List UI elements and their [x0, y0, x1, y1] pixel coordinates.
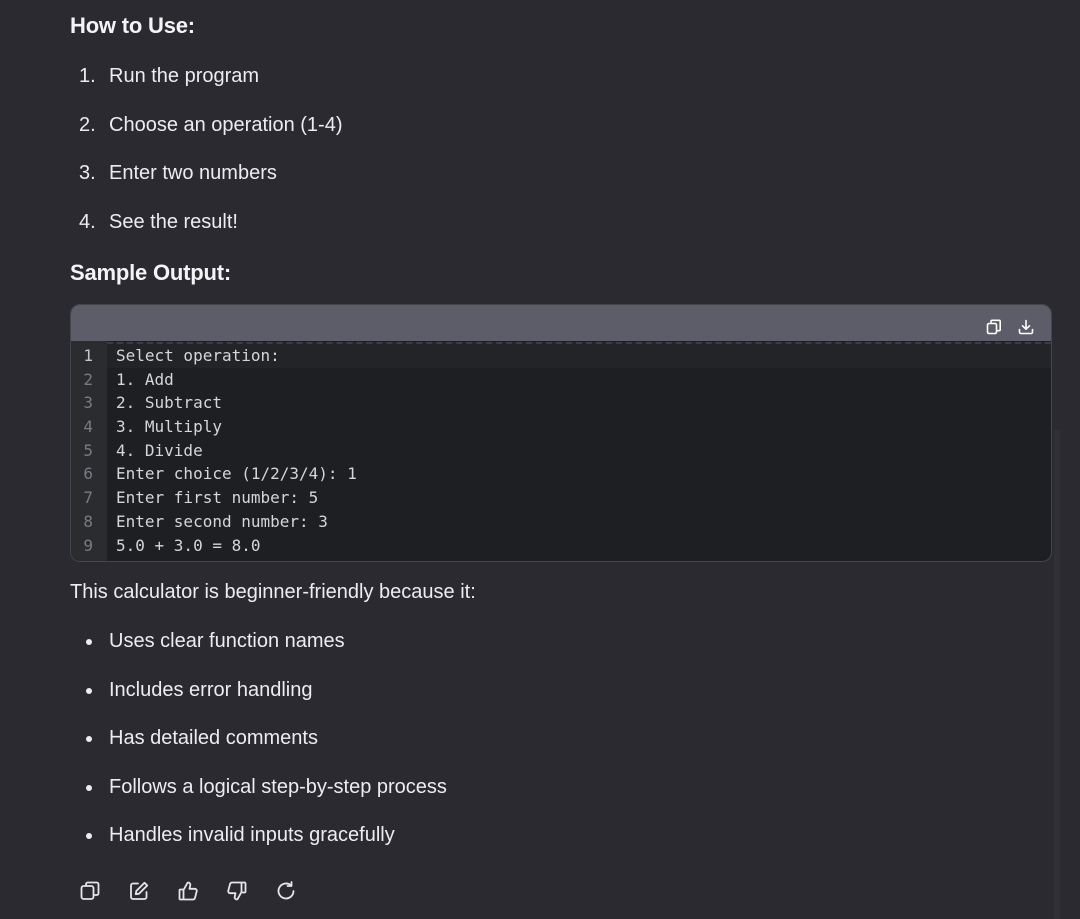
code-line: 5 4. Divide: [71, 439, 1051, 463]
bullet: [86, 688, 92, 694]
list-number: 1.: [79, 65, 96, 87]
thumbs-down-button[interactable]: [225, 879, 249, 903]
code-line: 1 Select operation:: [71, 342, 1051, 368]
message-actions: [78, 879, 323, 903]
code-text: 1. Add: [116, 369, 174, 389]
thumbs-down-icon: [227, 881, 247, 901]
bullet: [86, 833, 92, 839]
sample-output-heading: Sample Output:: [70, 260, 231, 285]
list-number: 2.: [79, 114, 96, 136]
code-line: 6 Enter choice (1/2/3/4): 1: [71, 462, 1051, 486]
list-text: Run the program: [109, 65, 260, 87]
bullet: [86, 736, 92, 742]
line-number: 6: [83, 464, 93, 484]
how-to-use-heading: How to Use:: [70, 13, 195, 38]
code-line: 3 2. Subtract: [71, 391, 1051, 415]
code-text: Enter first number: 5: [116, 488, 319, 508]
copy-icon[interactable]: [985, 318, 1003, 336]
download-icon[interactable]: [1017, 318, 1035, 336]
bullet: [86, 785, 92, 791]
edit-button[interactable]: [127, 879, 151, 903]
line-number: 5: [83, 440, 93, 460]
code-line: 9 5.0 + 3.0 = 8.0: [71, 534, 1051, 558]
list-text: Enter two numbers: [109, 162, 277, 184]
edit-icon: [130, 881, 149, 900]
code-text: 4. Divide: [116, 440, 203, 460]
list-text: Has detailed comments: [109, 727, 318, 749]
line-number: 4: [83, 417, 93, 437]
regenerate-button[interactable]: [274, 879, 298, 903]
list-text: Includes error handling: [109, 679, 313, 701]
thumbs-up-icon: [178, 881, 198, 901]
code-line: 7 Enter first number: 5: [71, 486, 1051, 510]
bullet: [86, 639, 92, 645]
code-line: 4 3. Multiply: [71, 415, 1051, 439]
code-content: 1 Select operation: 2 1. Add 3 2. Subtract …: [71, 342, 1051, 558]
list-text: Handles invalid inputs gracefully: [109, 824, 395, 846]
code-text: Enter choice (1/2/3/4): 1: [116, 464, 357, 484]
code-text: Enter second number: 3: [116, 511, 328, 531]
scrollbar-track[interactable]: [1054, 430, 1060, 919]
line-number: 2: [83, 369, 93, 389]
code-text: Select operation:: [116, 346, 280, 365]
code-text: 5.0 + 3.0 = 8.0: [116, 535, 261, 555]
copy-icon: [80, 881, 100, 900]
summary-text: This calculator is beginner-friendly bec…: [70, 581, 476, 603]
list-number: 4.: [79, 211, 96, 233]
regenerate-icon: [277, 881, 295, 900]
list-text: Follows a logical step-by-step process: [109, 776, 447, 798]
code-text: 3. Multiply: [116, 417, 222, 437]
list-text: See the result!: [109, 211, 238, 233]
list-text: Uses clear function names: [109, 630, 345, 652]
line-number: 3: [83, 393, 93, 413]
code-line: 2 1. Add: [71, 368, 1051, 392]
line-number: 7: [83, 488, 93, 508]
line-number: 8: [83, 511, 93, 531]
list-number: 3.: [79, 162, 96, 184]
code-block: 1 Select operation: 2 1. Add 3 2. Subtract …: [70, 304, 1052, 562]
list-text: Choose an operation (1-4): [109, 114, 343, 136]
code-text: 2. Subtract: [116, 393, 222, 413]
line-number: 9: [83, 535, 93, 555]
code-block-header: [71, 305, 1051, 341]
line-number: 1: [83, 346, 93, 365]
code-line: 8 Enter second number: 3: [71, 510, 1051, 534]
thumbs-up-button[interactable]: [176, 879, 200, 903]
copy-button[interactable]: [78, 879, 102, 903]
